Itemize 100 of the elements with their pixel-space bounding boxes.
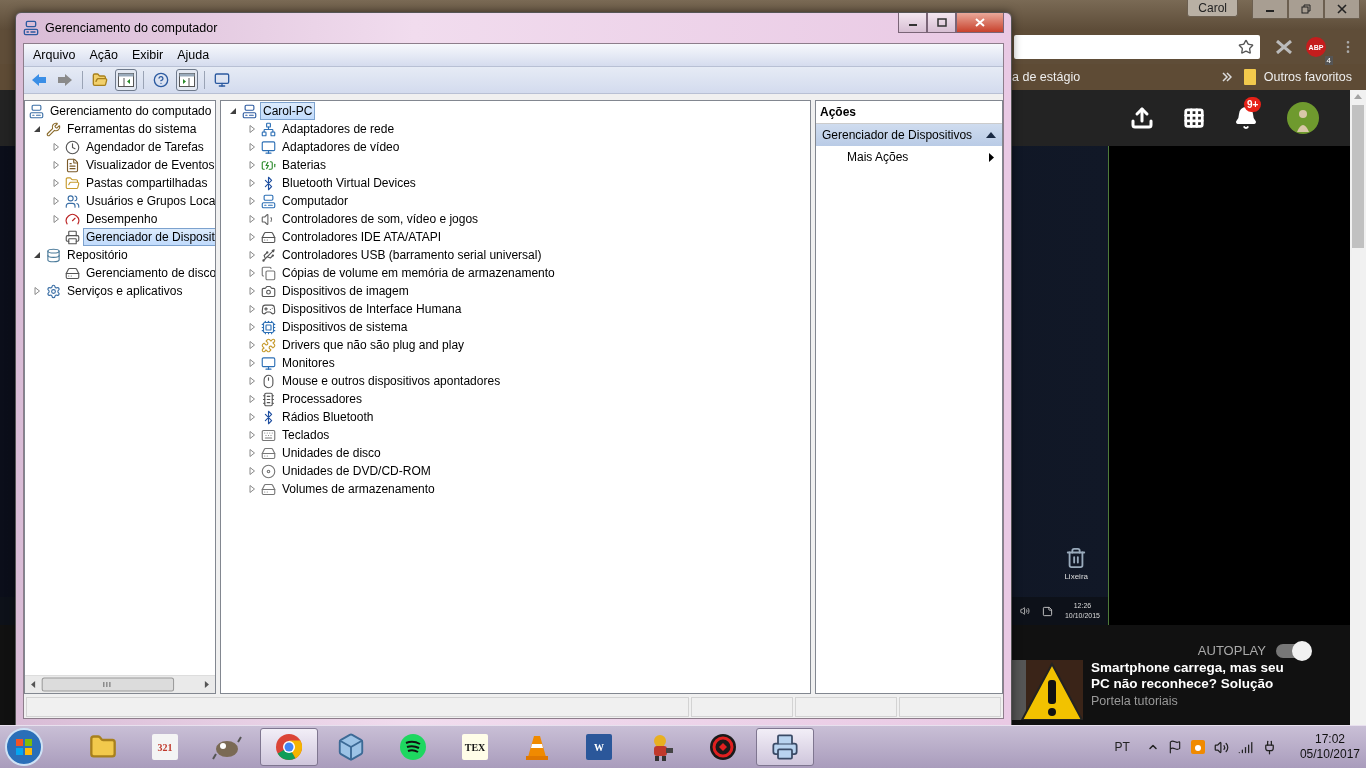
app-tray-icon[interactable] (1190, 740, 1205, 754)
taskbar-button[interactable]: W (570, 728, 628, 766)
tree-item[interactable]: Repositório (64, 246, 131, 264)
flag-icon[interactable] (1167, 740, 1182, 754)
tree-item[interactable]: Pastas compartilhadas (83, 174, 211, 192)
menu-item[interactable]: Arquivo (28, 46, 81, 64)
expand-arrow-icon[interactable] (248, 287, 256, 295)
scroll-up-arrow-icon[interactable] (1354, 94, 1362, 99)
taskbar-button[interactable]: 321 (136, 728, 194, 766)
expand-arrow-icon[interactable] (52, 215, 60, 223)
expand-arrow-icon[interactable] (248, 323, 256, 331)
expand-arrow-icon[interactable] (52, 179, 60, 187)
bookmark-link[interactable]: a de estágio (1012, 70, 1081, 84)
expand-arrow-icon[interactable] (52, 143, 60, 151)
expand-arrow-icon[interactable] (248, 251, 256, 259)
bell-icon[interactable] (1234, 106, 1258, 130)
menu-item[interactable]: Ação (84, 46, 123, 64)
action-item[interactable]: Mais Ações (816, 146, 1002, 168)
video-title[interactable]: Smartphone carrega, mas seu PC não reconhece? Solução (1091, 660, 1301, 692)
tree-item[interactable]: Monitores (279, 354, 338, 372)
minimize-button[interactable] (898, 13, 927, 33)
tree-item[interactable]: Controladores USB (barramento serial universal) (279, 246, 545, 264)
avatar[interactable] (1287, 102, 1319, 134)
taskbar-button[interactable] (756, 728, 814, 766)
start-button[interactable] (4, 727, 44, 767)
close-button[interactable] (1324, 0, 1360, 19)
tree-item[interactable]: Mouse e outros dispositivos apontadores (279, 372, 504, 390)
tree-item[interactable]: Dispositivos de Interface Humana (279, 300, 465, 318)
bookmark-folder[interactable]: Outros favoritos (1263, 70, 1352, 84)
tree-item[interactable]: Controladores de som, vídeo e jogos (279, 210, 482, 228)
profile-button[interactable]: Carol (1187, 0, 1238, 17)
expand-arrow-icon[interactable] (52, 161, 60, 169)
collapse-arrow-icon[interactable] (33, 125, 41, 133)
tree-item[interactable]: Dispositivos de imagem (279, 282, 412, 300)
tree-item[interactable]: Processadores (279, 390, 366, 408)
tree-item[interactable]: Gerenciamento do computado (47, 102, 215, 120)
tree-item[interactable]: Carol-PC (260, 102, 316, 120)
expand-arrow-icon[interactable] (248, 413, 256, 421)
expand-arrow-icon[interactable] (248, 125, 256, 133)
expand-arrow-icon[interactable] (248, 233, 256, 241)
console-tree-button[interactable] (115, 69, 137, 91)
expand-arrow-icon[interactable] (248, 449, 256, 457)
maximize-button[interactable] (927, 13, 956, 33)
tree-item[interactable]: Gerenciador de Disposit (83, 228, 215, 246)
tree-item[interactable]: Computador (279, 192, 352, 210)
expand-arrow-icon[interactable] (248, 485, 256, 493)
expand-arrow-icon[interactable] (248, 359, 256, 367)
x-icon[interactable] (1276, 40, 1292, 54)
tree-item[interactable]: Serviços e aplicativos (64, 282, 186, 300)
expand-arrow-icon[interactable] (248, 197, 256, 205)
expand-arrow-icon[interactable] (248, 215, 256, 223)
collapse-arrow-icon[interactable] (33, 251, 41, 259)
scrollbar-thumb[interactable] (1352, 105, 1364, 248)
tree-item[interactable]: Adaptadores de vídeo (279, 138, 403, 156)
tree-item[interactable]: Bluetooth Virtual Devices (279, 174, 419, 192)
star-icon[interactable] (1238, 39, 1254, 55)
signal-icon[interactable] (1237, 739, 1253, 755)
menu-item[interactable]: Ajuda (172, 46, 215, 64)
tree-item[interactable]: Desempenho (83, 210, 161, 228)
expand-arrow-icon[interactable] (248, 269, 256, 277)
taskbar-button[interactable]: TEX (446, 728, 504, 766)
language-indicator[interactable]: PT (1114, 740, 1130, 754)
tree-item[interactable]: Unidades de disco (279, 444, 384, 462)
collapse-arrow-icon[interactable] (229, 107, 237, 115)
tree-item[interactable]: Usuários e Grupos Loca (83, 192, 215, 210)
tree-item[interactable]: Cópias de volume em memória de armazenamento (279, 264, 558, 282)
tree-item[interactable]: Teclados (279, 426, 333, 444)
tree-item[interactable]: Unidades de DVD/CD-ROM (279, 462, 434, 480)
expand-arrow-icon[interactable] (248, 395, 256, 403)
tree-item[interactable]: Visualizador de Eventos (83, 156, 215, 174)
expand-arrow-icon[interactable] (52, 197, 60, 205)
tree-item[interactable]: Drivers que não são plug and play (279, 336, 468, 354)
action-section[interactable]: Gerenciador de Dispositivos (816, 124, 1002, 146)
expand-arrow-icon[interactable] (248, 431, 256, 439)
close-button[interactable] (956, 13, 1004, 33)
tree-item[interactable]: Ferramentas do sistema (64, 120, 200, 138)
expand-arrow-icon[interactable] (33, 287, 41, 295)
tree-item[interactable]: Adaptadores de rede (279, 120, 398, 138)
tree-item[interactable]: Agendador de Tarefas (83, 138, 207, 156)
expand-arrow-icon[interactable] (248, 467, 256, 475)
autoplay-toggle[interactable] (1276, 643, 1310, 658)
menu-item[interactable]: Exibir (126, 46, 169, 64)
tree-item[interactable]: Rádios Bluetooth (279, 408, 377, 426)
expand-arrow-icon[interactable] (248, 305, 256, 313)
tree-item[interactable]: Volumes de armazenamento (279, 480, 438, 498)
tree-item[interactable]: Controladores IDE ATA/ATAPI (279, 228, 445, 246)
minimize-button[interactable] (1252, 0, 1288, 19)
tree-item[interactable]: Dispositivos de sistema (279, 318, 411, 336)
volume-icon[interactable] (1213, 739, 1229, 755)
upload-icon[interactable] (1130, 106, 1154, 130)
expand-arrow-icon[interactable] (248, 341, 256, 349)
expand-arrow-icon[interactable] (248, 161, 256, 169)
expand-arrow-icon[interactable] (248, 377, 256, 385)
expand-arrow-icon[interactable] (248, 143, 256, 151)
address-field[interactable] (1014, 35, 1260, 59)
scrollbar[interactable] (1350, 90, 1366, 725)
clock[interactable]: 17:02 05/10/2017 (1299, 732, 1360, 762)
apps-icon[interactable] (1183, 107, 1205, 129)
expand-arrow-icon[interactable] (248, 179, 256, 187)
tree-item[interactable]: Gerenciamento de disco (83, 264, 215, 282)
